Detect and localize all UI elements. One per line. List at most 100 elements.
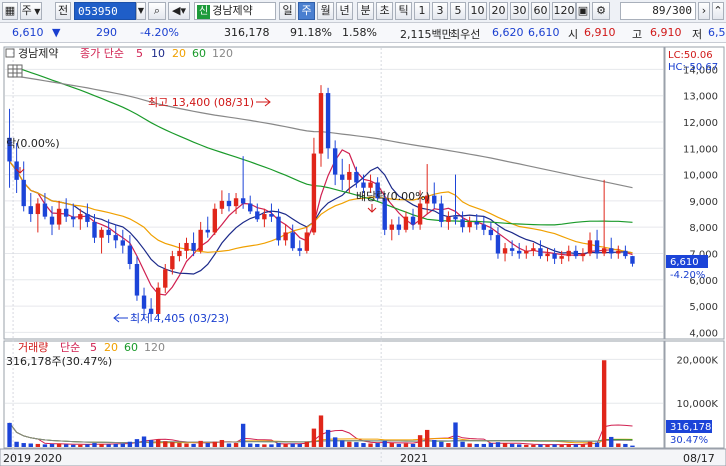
chart-area[interactable]: 4,000 5,000 6,000 7,000 8,000 9,000 10,000 11,0… xyxy=(0,43,726,466)
volume-bar xyxy=(283,443,288,447)
interval-tab-5[interactable]: 5 xyxy=(450,2,466,20)
mode-select[interactable]: 주 ▼ xyxy=(20,2,42,20)
candle-body xyxy=(170,256,175,270)
candle-body xyxy=(262,214,267,220)
candle-body xyxy=(71,216,76,220)
candle-body xyxy=(205,229,210,233)
candle-body xyxy=(212,208,218,233)
period-tab-6[interactable]: 틱 xyxy=(395,2,412,20)
candle-body xyxy=(311,153,317,233)
mode-label: 주 xyxy=(21,4,32,17)
volume-bar xyxy=(184,443,189,447)
candle-body xyxy=(141,295,147,309)
ma-label: 종가 단순 xyxy=(80,47,124,60)
volume-bar xyxy=(616,443,621,447)
volume-bar xyxy=(148,439,154,447)
candle-body xyxy=(467,221,472,228)
volume-bar xyxy=(524,444,529,447)
candle-body xyxy=(623,250,628,257)
stock-name-field[interactable]: 신 경남제약 xyxy=(194,2,276,20)
speaker-icon[interactable]: ◀▾ xyxy=(168,2,190,20)
volume-bar xyxy=(467,443,472,447)
period-tab-1[interactable]: 주 xyxy=(298,2,315,20)
candle-body xyxy=(340,174,345,180)
volume-bar xyxy=(290,443,295,447)
table-icon[interactable] xyxy=(7,64,23,78)
calendar-icon[interactable]: ▣ xyxy=(576,2,590,20)
prev-button[interactable]: 전 xyxy=(55,2,71,20)
volume-bar xyxy=(127,441,133,447)
volume-bar xyxy=(233,443,239,447)
low-label: 저 xyxy=(692,28,703,41)
open-price: 6,910 xyxy=(584,26,616,39)
candle-body xyxy=(396,224,402,230)
volume-current-text: 316,178주(30.47%) xyxy=(6,355,112,368)
candle-body xyxy=(233,198,239,207)
volume-tick-label: 10,000K xyxy=(676,399,718,410)
period-tab-0[interactable]: 일 xyxy=(279,2,296,20)
candle-body xyxy=(502,248,508,254)
candle-body xyxy=(417,203,423,225)
price-tick-label: 9,000 xyxy=(689,197,718,208)
volume-bar xyxy=(14,441,19,447)
period-tab-5[interactable]: 초 xyxy=(376,2,393,20)
count-field[interactable]: 89/300 xyxy=(620,2,696,20)
volume-bar xyxy=(318,415,324,447)
vol-ma120-label: 120 xyxy=(144,341,165,354)
volume-bar xyxy=(212,441,218,447)
candle-body xyxy=(290,232,295,249)
interval-tab-3[interactable]: 3 xyxy=(432,2,448,20)
volume-bar xyxy=(375,443,380,447)
candle-body xyxy=(509,248,515,251)
period-tab-2[interactable]: 월 xyxy=(317,2,334,20)
x-label-2021: 2021 xyxy=(400,452,428,465)
stock-name: 경남제약 xyxy=(212,4,253,17)
interval-tab-120[interactable]: 120 xyxy=(552,2,576,20)
volume-bar xyxy=(134,439,140,447)
volume-bar xyxy=(269,444,274,447)
code-dropdown-icon[interactable]: ▼ xyxy=(136,2,146,20)
candle-body xyxy=(325,93,331,149)
search-icon[interactable]: ⌕ xyxy=(148,2,166,20)
volume-bar xyxy=(56,443,62,447)
volume-ratio: 91.18% xyxy=(290,26,332,39)
volume-bar xyxy=(276,443,281,447)
volume-bar xyxy=(71,444,76,447)
volume-bar xyxy=(403,443,409,447)
candle-body xyxy=(488,229,494,236)
volume-bar xyxy=(113,443,118,447)
stock-chart[interactable]: 4,0005,0006,0007,0008,0009,00010,00011,0… xyxy=(0,43,726,466)
stock-code-input[interactable]: 053950 xyxy=(74,2,136,20)
candle-body xyxy=(42,203,48,217)
period-tab-4[interactable]: 분 xyxy=(357,2,374,20)
volume-bar xyxy=(531,444,536,447)
more-icon[interactable]: › xyxy=(698,2,710,20)
grid-icon[interactable]: ▦ xyxy=(2,2,18,20)
volume-bar xyxy=(368,443,373,447)
volume-bar xyxy=(488,443,494,447)
volume-bar xyxy=(35,443,41,447)
candle-body xyxy=(248,203,253,212)
x-label-2019: 2019 xyxy=(3,452,31,465)
interval-tab-1[interactable]: 1 xyxy=(414,2,430,20)
candle-body xyxy=(283,232,288,241)
interval-tab-10[interactable]: 10 xyxy=(468,2,487,20)
candle-body xyxy=(538,248,543,257)
volume-bar xyxy=(417,435,423,447)
collapse-icon[interactable]: ⌃ xyxy=(712,2,724,20)
settings-icon[interactable]: ⚙ xyxy=(592,2,610,20)
price-change: 290 xyxy=(96,26,117,39)
candle-body xyxy=(155,287,161,314)
volume-bar xyxy=(155,439,161,447)
volume-bar xyxy=(566,443,571,447)
interval-tab-30[interactable]: 30 xyxy=(510,2,529,20)
candle-body xyxy=(481,224,487,230)
candle-body xyxy=(163,269,168,288)
period-tab-3[interactable]: 년 xyxy=(336,2,353,20)
quote-row: 6,610 ▼ 290 -4.20% 316,178 91.18% 1.58% … xyxy=(0,23,726,43)
interval-tab-60[interactable]: 60 xyxy=(531,2,550,20)
volume-bar xyxy=(601,360,607,447)
volume-bar xyxy=(120,443,125,447)
interval-tab-20[interactable]: 20 xyxy=(489,2,508,20)
volume-bar xyxy=(63,444,69,447)
